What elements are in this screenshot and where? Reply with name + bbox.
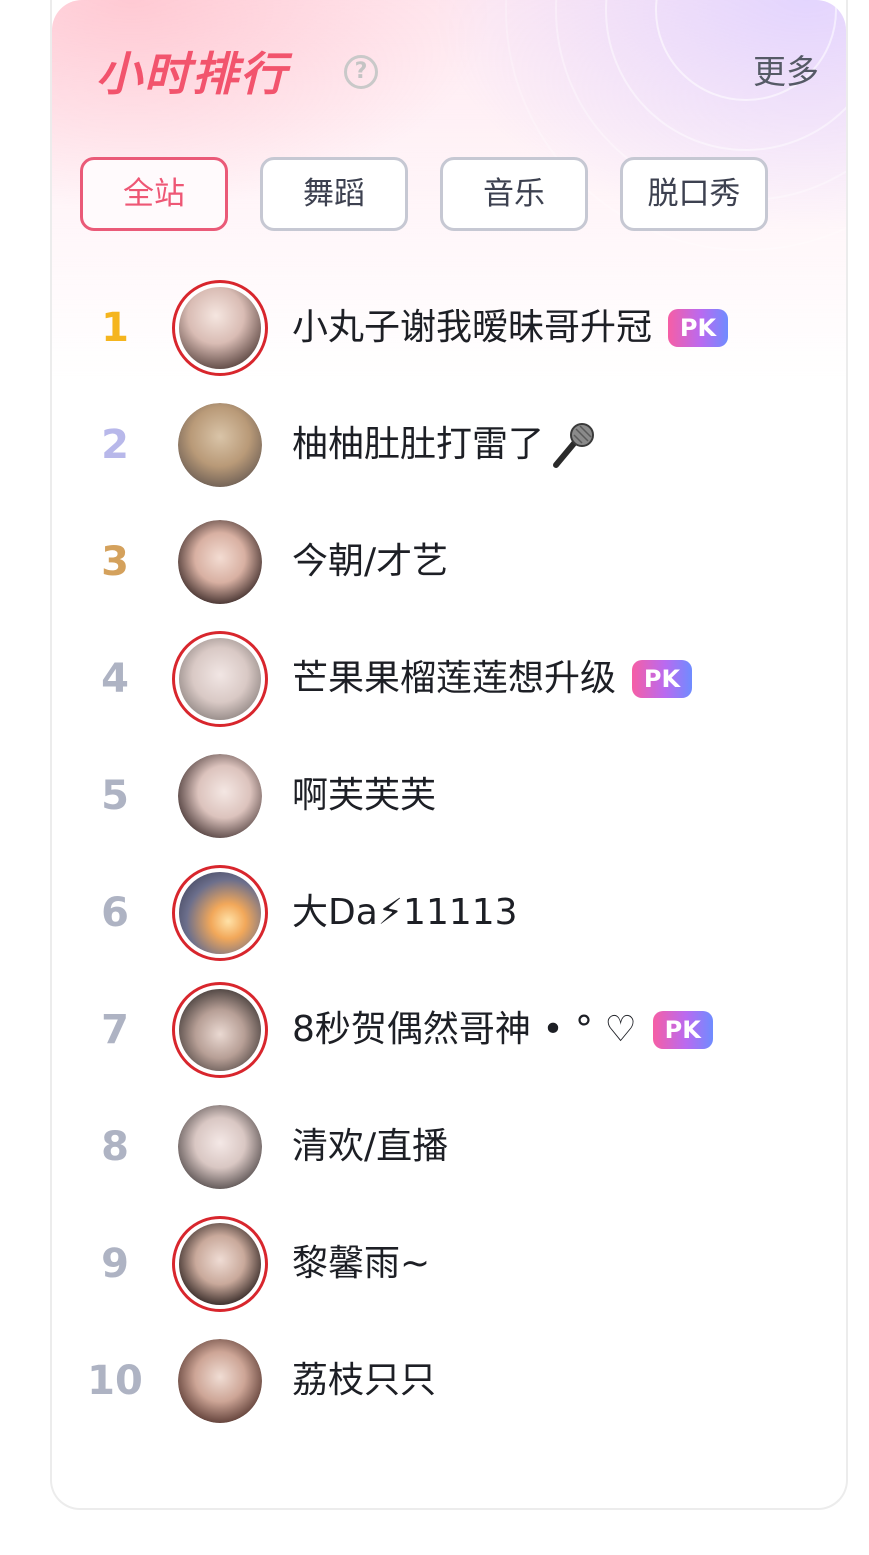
streamer-name: 荔枝只只 <box>292 1360 437 1401</box>
tab-talk-show[interactable]: 脱口秀 <box>620 157 768 231</box>
help-icon[interactable]: ? <box>344 55 378 89</box>
avatar[interactable] <box>178 520 262 604</box>
ranking-row[interactable]: 6 大Da⚡11113 <box>0 858 869 968</box>
microphone-icon <box>553 423 595 468</box>
tab-music[interactable]: 音乐 <box>440 157 588 231</box>
rank-number: 8 <box>101 1124 129 1170</box>
pk-badge: PK <box>668 309 729 347</box>
streamer-name: 小丸子谢我暧昧哥升冠 <box>292 307 653 348</box>
ranking-row[interactable]: 9 黎馨雨~ <box>0 1209 869 1319</box>
streamer-name-row: 黎馨雨~ <box>292 1209 430 1319</box>
rank-number: 7 <box>101 1007 129 1053</box>
streamer-name-row: 芒果果榴莲莲想升级 PK <box>292 624 693 734</box>
avatar[interactable] <box>172 631 268 727</box>
rank-number: 3 <box>101 539 129 585</box>
streamer-name-row: 荔枝只只 <box>292 1326 436 1436</box>
streamer-name-row: 清欢/直播 <box>292 1092 448 1202</box>
pk-badge: PK <box>632 660 693 698</box>
streamer-name-row: 啊芙芙芙 <box>292 741 436 851</box>
streamer-name: 芒果果榴莲莲想升级 <box>292 658 617 699</box>
streamer-name-row: 8秒贺偶然哥神 • ° ♡ PK <box>292 975 713 1085</box>
ranking-row[interactable]: 2 柚柚肚肚打雷了 <box>0 390 869 500</box>
streamer-name-row: 大Da⚡11113 <box>292 858 518 968</box>
ranking-row[interactable]: 10 荔枝只只 <box>0 1326 869 1436</box>
rank-number: 2 <box>101 422 129 468</box>
streamer-name-row: 小丸子谢我暧昧哥升冠 PK <box>292 273 729 383</box>
ranking-row[interactable]: 8 清欢/直播 <box>0 1092 869 1202</box>
avatar[interactable] <box>172 1216 268 1312</box>
avatar[interactable] <box>172 280 268 376</box>
avatar[interactable] <box>172 982 268 1078</box>
ranking-row[interactable]: 3 今朝/才艺 <box>0 507 869 617</box>
avatar[interactable] <box>178 1339 262 1423</box>
streamer-name-row: 柚柚肚肚打雷了 <box>292 390 600 500</box>
avatar[interactable] <box>178 1105 262 1189</box>
streamer-name: 清欢/直播 <box>292 1126 449 1167</box>
ranking-row[interactable]: 5 啊芙芙芙 <box>0 741 869 851</box>
rank-number: 9 <box>101 1241 129 1287</box>
avatar[interactable] <box>172 865 268 961</box>
rank-number: 4 <box>101 656 129 702</box>
more-link[interactable]: 更多 <box>753 50 819 94</box>
streamer-name: 黎馨雨~ <box>292 1243 431 1284</box>
ranking-row[interactable]: 4 芒果果榴莲莲想升级 PK <box>0 624 869 734</box>
streamer-name: 大Da⚡11113 <box>292 892 518 933</box>
ranking-row[interactable]: 1 小丸子谢我暧昧哥升冠 PK <box>0 273 869 383</box>
streamer-name: 8秒贺偶然哥神 • ° ♡ <box>292 1009 637 1050</box>
streamer-name: 今朝/才艺 <box>292 541 449 582</box>
streamer-name: 柚柚肚肚打雷了 <box>292 424 545 465</box>
tab-dance[interactable]: 舞蹈 <box>260 157 408 231</box>
avatar[interactable] <box>178 403 262 487</box>
pk-badge: PK <box>652 1011 713 1049</box>
page-title: 小时排行 <box>96 47 288 101</box>
rank-number: 5 <box>101 773 129 819</box>
rank-number: 10 <box>87 1358 143 1404</box>
rank-number: 6 <box>101 890 129 936</box>
streamer-name: 啊芙芙芙 <box>292 775 437 816</box>
streamer-name-row: 今朝/才艺 <box>292 507 448 617</box>
avatar[interactable] <box>178 754 262 838</box>
ranking-row[interactable]: 7 8秒贺偶然哥神 • ° ♡ PK <box>0 975 869 1085</box>
rank-number: 1 <box>101 305 129 351</box>
tab-all-site[interactable]: 全站 <box>80 157 228 231</box>
